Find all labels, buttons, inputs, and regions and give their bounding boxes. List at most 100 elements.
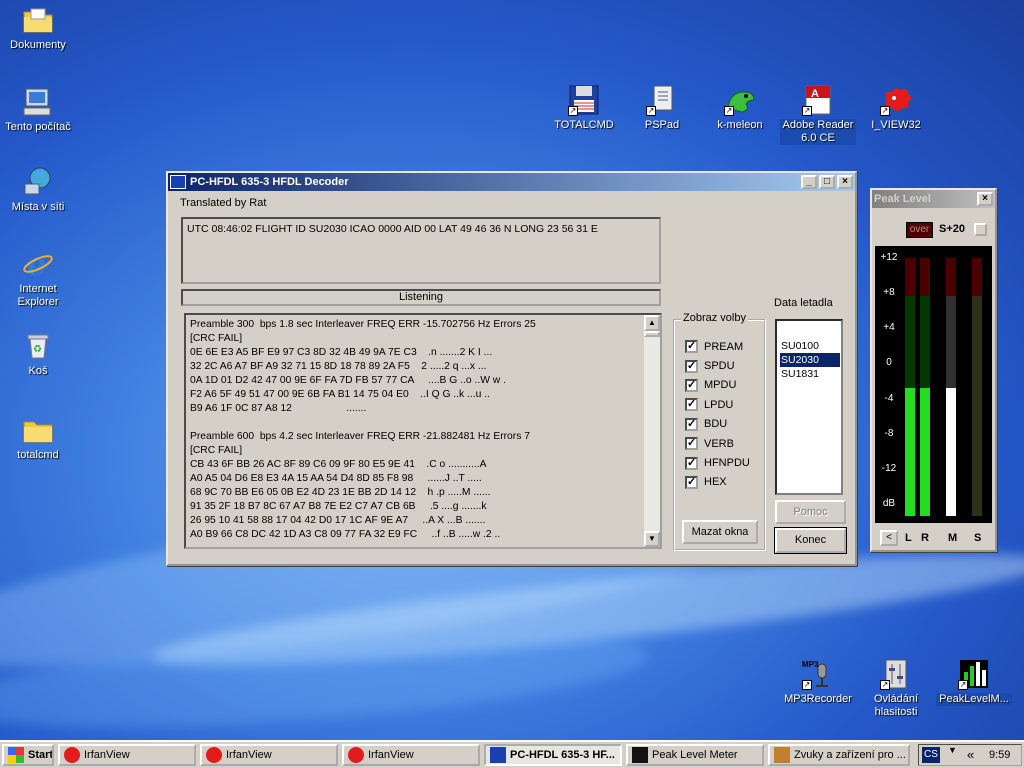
desktop-icon-peaklevelmeter[interactable]: ↗ PeakLevelM... xyxy=(936,658,1012,706)
desktop-icon-dokumenty[interactable]: Dokumenty xyxy=(0,4,76,52)
help-button[interactable]: Pomoc xyxy=(775,500,846,524)
log-line: Preamble 300 bps 1.8 sec Interleaver FRE… xyxy=(190,319,536,330)
option-mpdu-checkbox[interactable]: ✓ MPDU xyxy=(685,376,750,395)
desktop-icon-label: Adobe Reader 6.0 CE xyxy=(780,119,856,145)
listening-label: Listening xyxy=(398,291,444,303)
peak-title: Peak Level xyxy=(874,193,931,205)
folder-icon xyxy=(22,414,54,446)
taskbar-item-label: Peak Level Meter xyxy=(652,749,738,761)
taskbar-item[interactable]: Peak Level Meter xyxy=(626,744,764,766)
start-button[interactable]: Start xyxy=(2,744,54,766)
scale-label: 0 xyxy=(886,357,892,368)
minimize-button[interactable]: _ xyxy=(801,175,817,189)
option-pream-checkbox[interactable]: ✓ PREAM xyxy=(685,337,750,356)
checkmark-icon: ✓ xyxy=(685,437,698,451)
options-title: Zobraz volby xyxy=(681,312,748,324)
clear-windows-label: Mazat okna xyxy=(691,526,749,538)
desktop-icon-label: MP3Recorder xyxy=(784,693,852,705)
clock: 9:59 xyxy=(989,749,1011,761)
gain-checkbox[interactable] xyxy=(974,223,987,236)
option-hex-checkbox[interactable]: ✓ HEX xyxy=(685,473,750,492)
channel-label: L xyxy=(905,532,912,544)
desktop-icon-label: Tento počítač xyxy=(5,121,71,133)
decoder-title: PC-HFDL 635-3 HFDL Decoder xyxy=(190,176,349,188)
taskbar-item[interactable]: IrfanView xyxy=(58,744,196,766)
log-scrollbar[interactable]: ▲ ▼ xyxy=(644,315,660,547)
tray-expand-button[interactable]: « xyxy=(967,747,974,762)
desktop-icon-tento-pocitac[interactable]: Tento počítač xyxy=(0,86,76,134)
taskbar-item[interactable]: Zvuky a zařízení pro ... xyxy=(768,744,910,766)
checkmark-icon: ✓ xyxy=(685,398,698,412)
channel-label: R xyxy=(921,532,929,544)
desktop-icon-kos[interactable]: ♻ Koš xyxy=(0,330,76,378)
scroll-down-button[interactable]: ▼ xyxy=(644,531,660,547)
aircraft-item[interactable]: SU1831 xyxy=(780,367,840,381)
aircraft-list: SU0100 SU2030 SU1831 xyxy=(780,339,840,381)
scroll-thumb[interactable] xyxy=(644,331,660,337)
option-spdu-checkbox[interactable]: ✓ SPDU xyxy=(685,356,750,375)
desktop-icon-label: Dokumenty xyxy=(10,39,66,51)
pspad-icon: ↗ xyxy=(646,84,678,116)
taskbar: Start IrfanView IrfanView IrfanView PC-HFDL… xyxy=(0,740,1024,768)
aircraft-listbox[interactable]: SU0100 SU2030 SU1831 xyxy=(775,319,843,495)
maximize-button[interactable]: □ xyxy=(819,175,835,189)
desktop-icon-k-meleon[interactable]: ↗ k-meleon xyxy=(702,84,778,132)
taskbar-item[interactable]: IrfanView xyxy=(342,744,480,766)
language-indicator[interactable]: CS xyxy=(922,747,940,763)
desktop-icon-internet-explorer[interactable]: e Internet Explorer xyxy=(0,248,76,309)
log-line: F2 A6 5F 49 51 47 00 9E 6B FA B1 14 75 0… xyxy=(190,389,490,400)
peak-titlebar[interactable]: Peak Level × xyxy=(872,190,995,208)
option-verb-checkbox[interactable]: ✓ VERB xyxy=(685,434,750,453)
taskbar-item[interactable]: IrfanView xyxy=(200,744,338,766)
option-lpdu-checkbox[interactable]: ✓ LPDU xyxy=(685,395,750,414)
clear-windows-button[interactable]: Mazat okna xyxy=(682,520,758,544)
scale-label: +4 xyxy=(883,322,895,333)
meter-bar-s xyxy=(972,258,982,516)
log-content: Preamble 300 bps 1.8 sec Interleaver FRE… xyxy=(190,318,642,542)
desktop-icon-ovladani-hlasitosti[interactable]: ↗ Ovládání hlasitosti xyxy=(858,658,934,719)
option-label: PREAM xyxy=(704,340,744,353)
language-dropdown-icon[interactable]: ▼ xyxy=(948,745,957,755)
desktop-icon-label: Ovládání hlasitosti xyxy=(873,693,919,718)
taskbar-item-label: IrfanView xyxy=(84,749,130,761)
log-line: 68 9C 70 BB E6 05 0B E2 4D 23 1E BB 2D 1… xyxy=(190,487,491,498)
desktop-icon-adobe-reader[interactable]: A ↗ Adobe Reader 6.0 CE xyxy=(780,84,856,145)
taskbar-item-label: IrfanView xyxy=(368,749,414,761)
listening-bar: Listening xyxy=(181,289,661,306)
desktop-icon-label: PSPad xyxy=(644,119,680,131)
peak-close-button[interactable]: × xyxy=(977,192,993,206)
chameleon-icon: ↗ xyxy=(724,84,756,116)
aircraft-item[interactable]: SU2030 xyxy=(780,353,840,367)
log-line: [CRC FAIL] xyxy=(190,445,243,456)
desktop-icon-totalcmd[interactable]: ↗ TOTALCMD xyxy=(546,84,622,132)
option-label: SPDU xyxy=(704,360,735,373)
gain-label: S+20 xyxy=(939,223,965,235)
checkmark-icon: ✓ xyxy=(685,475,698,489)
peak-nav-left-button[interactable]: < xyxy=(880,530,898,546)
scale-label: +12 xyxy=(880,252,898,263)
irfanview-icon xyxy=(206,747,222,763)
peak-level-window: Peak Level × over S+20 +12 +8 +4 0 -4 -8 -12 dB… xyxy=(870,188,997,552)
scroll-up-button[interactable]: ▲ xyxy=(644,315,660,331)
desktop-icon-label: PeakLevelM... xyxy=(936,693,1012,706)
taskbar-item[interactable]: PC-HFDL 635-3 HF... xyxy=(484,744,622,766)
end-button[interactable]: Konec xyxy=(774,527,847,554)
desktop-icon-mp3recorder[interactable]: MP3 ↗ MP3Recorder xyxy=(780,658,856,706)
option-label: HEX xyxy=(704,476,727,489)
checkmark-icon: ✓ xyxy=(685,456,698,470)
option-bdu-checkbox[interactable]: ✓ BDU xyxy=(685,415,750,434)
desktop-icon-mista-v-siti[interactable]: Místa v síti xyxy=(0,166,76,214)
desktop-icon-i-view32[interactable]: ↗ I_VIEW32 xyxy=(858,84,934,132)
end-label: Konec xyxy=(794,534,827,546)
close-button[interactable]: × xyxy=(837,175,853,189)
decoder-titlebar[interactable]: PC-HFDL 635-3 HFDL Decoder _ □ × xyxy=(168,173,855,191)
desktop-icon-label: totalcmd xyxy=(17,449,59,461)
hfdl-icon xyxy=(490,747,506,763)
decode-log[interactable]: Preamble 300 bps 1.8 sec Interleaver FRE… xyxy=(184,313,662,549)
desktop-icon-totalcmd-folder[interactable]: totalcmd xyxy=(0,414,76,462)
aircraft-item[interactable]: SU0100 xyxy=(780,339,840,353)
taskbar-item-label: IrfanView xyxy=(226,749,272,761)
desktop-icon-label: Místa v síti xyxy=(11,201,65,213)
desktop-icon-pspad[interactable]: ↗ PSPad xyxy=(624,84,700,132)
option-hfnpdu-checkbox[interactable]: ✓ HFNPDU xyxy=(685,453,750,472)
